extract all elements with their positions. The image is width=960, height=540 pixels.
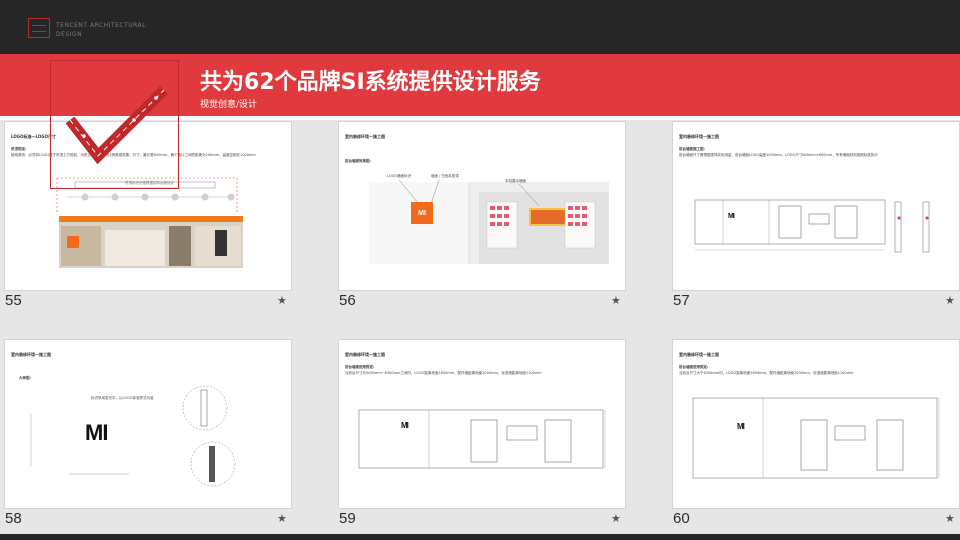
store-front-render <box>369 179 609 264</box>
favorite-star-icon[interactable]: ★ <box>945 512 955 525</box>
favorite-star-icon[interactable]: ★ <box>611 512 621 525</box>
page-number-57: 57 <box>673 292 690 309</box>
mi-logo: MI <box>411 202 433 224</box>
mi-logo: MI <box>737 422 745 431</box>
page-thumbnail-57[interactable]: 室内装修环境—施工图 前台墙面施工图: 前台墙面尺寸需根据现场实际测量，前台墙面… <box>672 121 960 291</box>
company-name-line1: TENCENT ARCHITECTURAL <box>56 22 147 29</box>
page-thumbnail-58[interactable]: 室内装修环境—施工图 大样图: 标识采用发光字，以LOGO标准样式为准 MI <box>4 339 292 509</box>
detail-drawing <box>30 385 236 487</box>
favorite-star-icon[interactable]: ★ <box>611 294 621 307</box>
checkmark-icon <box>65 86 168 165</box>
mi-logo: MI <box>728 213 735 220</box>
page-number-60: 60 <box>673 510 690 527</box>
mi-logo: MI <box>85 420 108 445</box>
page-thumbnail-59[interactable]: 室内装修环境—施工图 前台墙面使用规定: 当前台尺寸为5050mm~6300mm… <box>338 339 626 509</box>
elevation-drawing <box>692 397 940 479</box>
callout-wall-paint: 墙面 / 白色乳胶漆 <box>431 174 459 178</box>
mi-logo: MI <box>401 421 409 430</box>
company-logo <box>28 18 50 38</box>
company-name-line2: DESIGN <box>56 31 83 38</box>
page-number-58: 58 <box>5 510 22 527</box>
page-number-55: 55 <box>5 292 22 309</box>
favorite-star-icon[interactable]: ★ <box>945 294 955 307</box>
elevation-drawing <box>694 199 930 253</box>
callout-logo-wall: LOGO墙面标识 <box>387 174 412 178</box>
favorite-star-icon[interactable]: ★ <box>277 512 287 525</box>
top-bar: TENCENT ARCHITECTURAL DESIGN <box>0 0 960 54</box>
banner-title: 共为62个品牌SI系统提供设计服务 <box>200 70 541 95</box>
page-thumbnail-60[interactable]: 室内装修环境—施工图 前台墙面使用规定: 当前台尺寸大于6300mm时，LOGO… <box>672 339 960 509</box>
callout-phone-display: 手机展示墙面 <box>505 179 526 183</box>
page-number-59: 59 <box>339 510 356 527</box>
bottom-bar <box>0 534 960 540</box>
elevation-drawing <box>358 409 606 469</box>
page-thumbnail-56[interactable]: 室内装修环境—施工图 前台墙面效果图: MI LOGO墙面标识 墙面 / 白色乳… <box>338 121 626 291</box>
favorite-star-icon[interactable]: ★ <box>277 294 287 307</box>
banner-subtitle: 视觉创意/设计 <box>200 100 258 110</box>
page-number-56: 56 <box>339 292 356 309</box>
